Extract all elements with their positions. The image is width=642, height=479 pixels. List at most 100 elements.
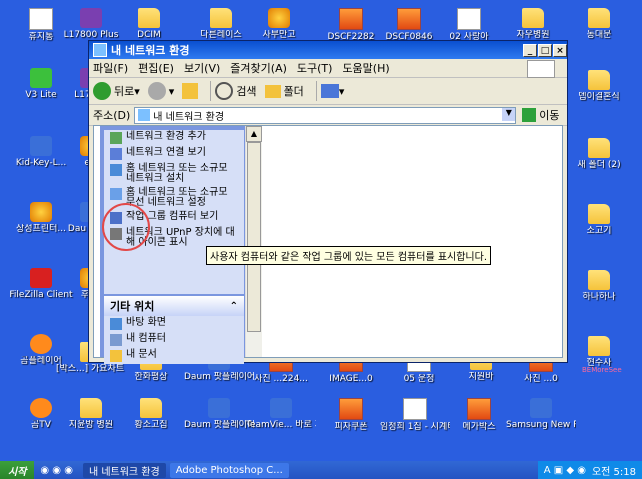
back-arrow-icon <box>93 82 111 100</box>
desktop-icon[interactable]: 하나하나 <box>564 270 634 302</box>
windows-logo-icon <box>527 60 555 78</box>
desktop-icon[interactable]: 메가박스 <box>444 398 514 432</box>
toolbar: 뒤로 ▾ ▾ 검색 폴더 ▾ <box>89 78 567 105</box>
menu-help[interactable]: 도움말(H) <box>342 60 389 76</box>
menu-favorites[interactable]: 즐겨찾기(A) <box>230 60 287 76</box>
taskbar-item[interactable]: 내 네트워크 환경 <box>82 462 166 478</box>
address-field[interactable]: 내 네트워크 환경 ▼ <box>134 106 517 124</box>
desktop-icon[interactable]: 뎁이결혼식 <box>564 70 634 102</box>
start-button[interactable]: 시작 <box>0 461 35 479</box>
desktop-icon[interactable]: 황소고집 <box>116 398 186 430</box>
task-pane-scrollbar[interactable]: ▲ <box>245 126 262 357</box>
explorer-window[interactable]: 내 네트워크 환경 _ □ × 파일(F) 편집(E) 보기(V) 즐겨찾기(A… <box>88 40 568 364</box>
views-button[interactable]: ▾ <box>320 84 344 98</box>
back-button[interactable]: 뒤로 ▾ <box>93 82 140 100</box>
scroll-thumb[interactable] <box>247 142 261 332</box>
desktop-icon-label: 05 운청 <box>403 374 435 384</box>
window-title: 내 네트워크 환경 <box>111 44 190 57</box>
desktop-icon[interactable]: Daum 팟플레이어 <box>184 398 254 430</box>
folder-icon <box>588 336 610 356</box>
desktop-icon-label: IMAGE...0 <box>329 374 373 384</box>
folder-icon <box>588 8 610 28</box>
go-arrow-icon <box>522 108 537 122</box>
folder-icon <box>522 8 544 28</box>
wireless-network-icon <box>110 188 122 200</box>
search-icon <box>215 82 234 100</box>
desktop-icon[interactable]: 피자쿠폰 <box>316 398 386 432</box>
menu-tools[interactable]: 도구(T) <box>297 60 333 76</box>
address-bar: 주소(D) 내 네트워크 환경 ▼ 이동 <box>89 105 567 126</box>
desktop-icon-label: 사진 ...0 <box>524 374 558 384</box>
desktop-icon[interactable]: 자우병원 <box>498 8 568 40</box>
desktop-icon[interactable]: 소고기 <box>564 204 634 236</box>
orange-icon <box>30 334 52 354</box>
collapse-icon[interactable]: ⌃ <box>230 301 238 312</box>
desktop-icon[interactable]: Samsung New P... <box>506 398 576 430</box>
network-icon <box>138 109 151 121</box>
img-icon <box>397 8 421 30</box>
go-button[interactable]: 이동 <box>522 107 560 123</box>
other-places-header[interactable]: 기타 위치 ⌃ <box>104 296 244 316</box>
folder-icon <box>80 398 102 418</box>
forward-button[interactable]: ▾ <box>147 82 174 100</box>
task-item[interactable]: 네트워크 환경 추가 <box>104 130 244 146</box>
desktop-icon-label: 자우병원 <box>516 30 550 40</box>
scroll-up-icon[interactable]: ▲ <box>246 126 262 142</box>
img-icon <box>339 398 363 420</box>
folders-button[interactable]: 폴더 <box>264 83 304 99</box>
address-label: 주소(D) <box>93 109 131 122</box>
content-area: 네트워크 환경 추가 네트워크 연결 보기 홈 네트워크 또는 소규모 네트워크… <box>93 125 563 364</box>
desktop-icon[interactable]: 임정희 1집 - 시계태엽 <box>380 398 450 432</box>
desktop-icon[interactable]: TeamVie... 바로 가기 <box>246 398 316 430</box>
desktop-icon[interactable]: 02 사랑아 <box>434 8 504 42</box>
tray-icons[interactable]: A ▣ ◆ ◉ <box>544 465 586 476</box>
desktop-icon-label: 동대문 <box>586 30 612 40</box>
clock: 오전 5:18 <box>591 466 636 478</box>
maximize-button[interactable]: □ <box>538 43 552 57</box>
folder-icon <box>588 70 610 90</box>
desktop-icon[interactable]: 사부만고 <box>244 8 314 40</box>
desktop-icon[interactable]: 현수사 <box>564 336 634 368</box>
folder-icon <box>588 270 610 290</box>
place-item[interactable]: 내 컴퓨터 <box>104 332 244 348</box>
desktop-icon <box>110 318 122 330</box>
purple-icon <box>80 8 102 28</box>
place-item[interactable]: 바탕 화면 <box>104 316 244 332</box>
green-icon <box>30 68 52 88</box>
close-button[interactable]: × <box>553 43 567 57</box>
up-folder-icon <box>182 83 199 99</box>
task-item[interactable]: 네트워크 연결 보기 <box>104 146 244 162</box>
desktop-icon[interactable]: DCIM <box>114 8 184 40</box>
up-folder-button[interactable] <box>182 83 199 99</box>
title-bar[interactable]: 내 네트워크 환경 _ □ × <box>89 41 567 59</box>
blue-icon <box>30 136 52 156</box>
folder-icon <box>264 84 281 98</box>
menu-edit[interactable]: 편집(E) <box>138 60 174 76</box>
chevron-down-icon[interactable]: ▼ <box>502 107 516 121</box>
menu-bar: 파일(F) 편집(E) 보기(V) 즐겨찾기(A) 도구(T) 도움말(H) <box>89 59 567 78</box>
add-network-place-icon <box>110 132 122 144</box>
forward-arrow-icon <box>147 82 166 100</box>
my-computer-icon <box>110 334 122 346</box>
img-icon <box>467 398 491 420</box>
place-item[interactable]: 내 문서 <box>104 348 244 364</box>
menu-file[interactable]: 파일(F) <box>93 60 128 76</box>
taskbar-item[interactable]: Adobe Photoshop C... <box>169 462 289 478</box>
minimize-button[interactable]: _ <box>523 43 537 57</box>
desktop-icon-label: 사진 ...224... <box>254 374 308 384</box>
quick-launch-icons[interactable]: ◉ ◉ ◉ <box>40 465 73 476</box>
desktop-icon-label: Daum 팟플레이어 <box>184 420 254 430</box>
menu-view[interactable]: 보기(V) <box>184 60 220 76</box>
img-icon <box>339 8 363 30</box>
task-item[interactable]: 홈 네트워크 또는 소규모 네트워크 설치 <box>104 162 244 186</box>
desktop-icon-label: Daum 팟플레이어 <box>184 372 254 382</box>
desktop-icon[interactable]: 동대문 <box>564 8 634 40</box>
tooltip: 사용자 컴퓨터와 같은 작업 그룹에 있는 모든 컴퓨터를 표시합니다. <box>206 246 492 265</box>
desktop-icon[interactable]: 새 폴더 (2) <box>564 138 634 170</box>
app-icon <box>268 8 290 28</box>
search-button[interactable]: 검색 <box>215 82 257 100</box>
taskbar: 시작 ◉ ◉ ◉ 내 네트워크 환경 Adobe Photoshop C... … <box>0 461 642 479</box>
highlight-circle <box>102 203 150 251</box>
orange-icon <box>30 398 52 418</box>
folder-icon <box>588 138 610 158</box>
